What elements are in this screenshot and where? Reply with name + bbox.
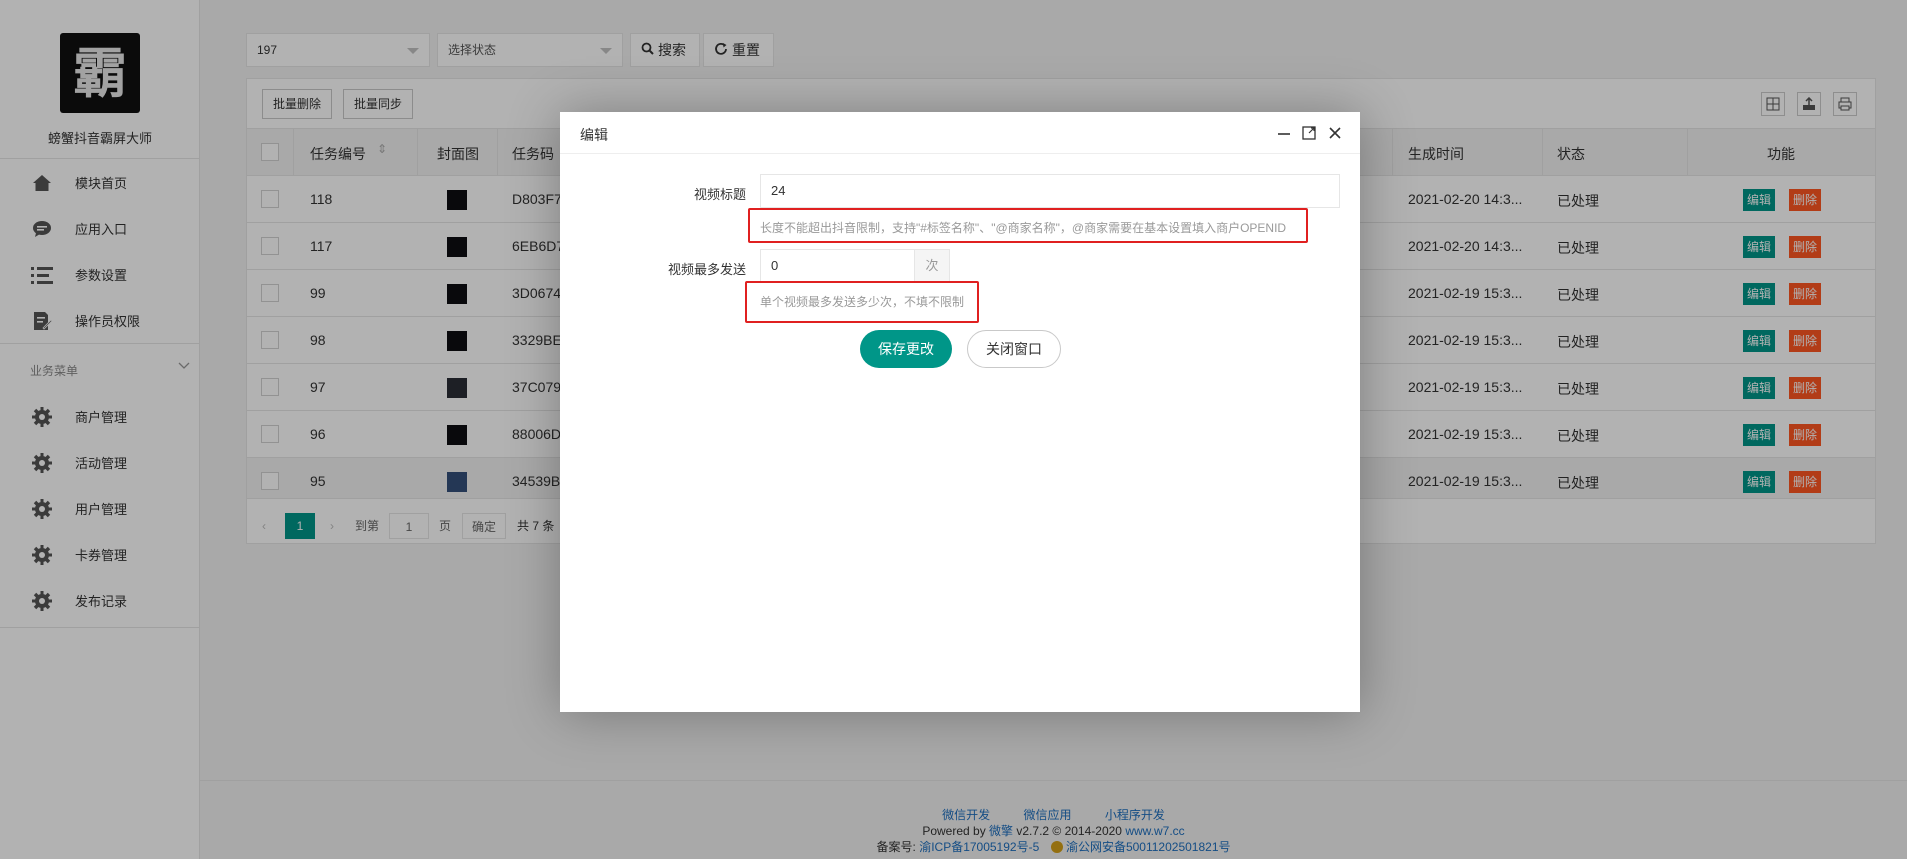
dialog-title: 编辑 (580, 127, 608, 143)
video-title-label: 视频标题 (693, 187, 746, 202)
video-title-input[interactable]: 24 (760, 174, 1340, 208)
highlight-box (745, 281, 979, 323)
minimize-icon[interactable] (1275, 124, 1293, 142)
save-button[interactable]: 保存更改 (860, 330, 952, 368)
highlight-box (748, 208, 1308, 243)
max-send-input[interactable]: 0 (760, 249, 915, 283)
close-window-button[interactable]: 关闭窗口 (967, 330, 1061, 368)
maximize-icon[interactable] (1300, 124, 1318, 142)
close-icon[interactable] (1326, 124, 1344, 142)
edit-dialog: 编辑 视频标题 24 长度不能超出抖音限制，支持"#标签名称"、"@商家名称"，… (560, 112, 1360, 712)
max-send-suffix: 次 (914, 249, 950, 283)
dialog-header: 编辑 (560, 112, 1360, 154)
max-send-label: 视频最多发送 (667, 262, 746, 277)
